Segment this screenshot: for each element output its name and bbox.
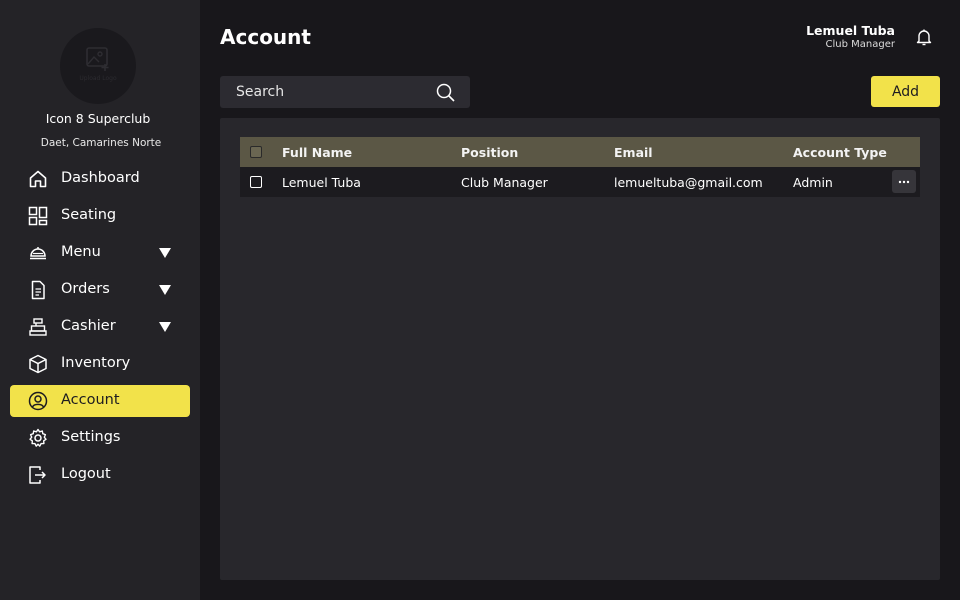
sidebar-item-label: Settings xyxy=(61,429,121,445)
logout-icon xyxy=(29,466,46,484)
cell-account-type: Admin xyxy=(793,175,833,190)
club-location: Daet, Camarines Norte xyxy=(40,137,162,149)
document-icon xyxy=(31,280,45,300)
club-name: Icon 8 Superclub xyxy=(45,111,151,126)
sidebar-item-logout[interactable]: Logout xyxy=(10,459,190,491)
register-icon xyxy=(29,318,47,336)
table-header: Full Name Position Email Account Type xyxy=(240,137,920,167)
sidebar-item-dashboard[interactable]: Dashboard xyxy=(10,163,190,195)
sidebar-item-label: Account xyxy=(61,392,120,408)
accounts-table: Full Name Position Email Account Type Le… xyxy=(240,137,920,197)
search-input[interactable] xyxy=(220,76,430,108)
sidebar-item-orders[interactable]: Orders xyxy=(10,274,190,306)
search-icon[interactable] xyxy=(436,83,455,102)
cell-email: lemueltuba@gmail.com xyxy=(614,175,763,190)
sidebar-item-label: Cashier xyxy=(61,318,116,334)
column-header-email[interactable]: Email xyxy=(614,145,653,160)
cell-full-name: Lemuel Tuba xyxy=(282,175,361,190)
sidebar-item-label: Inventory xyxy=(61,355,131,371)
user-circle-icon xyxy=(28,391,48,411)
add-button[interactable]: Add xyxy=(871,76,940,107)
box-icon xyxy=(29,354,47,374)
upload-logo-button[interactable]: Upload Logo xyxy=(60,28,136,104)
home-icon xyxy=(29,170,47,188)
sidebar-item-label: Orders xyxy=(61,281,110,297)
table-row[interactable]: Lemuel Tuba Club Manager lemueltuba@gmai… xyxy=(240,167,920,197)
more-horizontal-icon xyxy=(898,180,910,183)
user-name: Lemuel Tuba xyxy=(806,23,895,38)
select-all-checkbox[interactable] xyxy=(250,146,262,158)
search-box xyxy=(220,76,470,108)
sidebar-nav: Dashboard Seating Menu Orders Cashier In… xyxy=(10,163,190,496)
sidebar-item-seating[interactable]: Seating xyxy=(10,200,190,232)
column-header-full-name[interactable]: Full Name xyxy=(282,145,352,160)
caret-down-icon[interactable] xyxy=(159,285,171,295)
cell-position: Club Manager xyxy=(461,175,548,190)
sidebar-item-label: Dashboard xyxy=(61,170,140,186)
gear-icon xyxy=(29,428,47,447)
sidebar-item-cashier[interactable]: Cashier xyxy=(10,311,190,343)
user-role: Club Manager xyxy=(825,39,895,50)
sidebar-item-label: Logout xyxy=(61,466,111,482)
sidebar-item-account[interactable]: Account xyxy=(10,385,190,417)
sidebar-item-label: Seating xyxy=(61,207,117,223)
sidebar-item-inventory[interactable]: Inventory xyxy=(10,348,190,380)
column-header-account-type[interactable]: Account Type xyxy=(793,145,887,160)
column-header-position[interactable]: Position xyxy=(461,145,518,160)
sidebar-item-label: Menu xyxy=(61,244,101,260)
page-title: Account xyxy=(220,25,311,49)
caret-down-icon[interactable] xyxy=(159,248,171,258)
sidebar: Upload Logo Icon 8 Superclub Daet, Camar… xyxy=(0,0,200,600)
image-add-icon xyxy=(86,46,109,71)
bell-icon[interactable] xyxy=(915,28,933,46)
upload-logo-label: Upload Logo xyxy=(79,74,117,82)
caret-down-icon[interactable] xyxy=(159,322,171,332)
grid-layout-icon xyxy=(28,206,48,226)
row-checkbox[interactable] xyxy=(250,176,262,188)
row-actions-button[interactable] xyxy=(892,170,916,193)
cloche-icon xyxy=(30,247,46,260)
sidebar-item-menu[interactable]: Menu xyxy=(10,237,190,269)
accounts-panel: Full Name Position Email Account Type Le… xyxy=(220,118,940,580)
sidebar-item-settings[interactable]: Settings xyxy=(10,422,190,454)
